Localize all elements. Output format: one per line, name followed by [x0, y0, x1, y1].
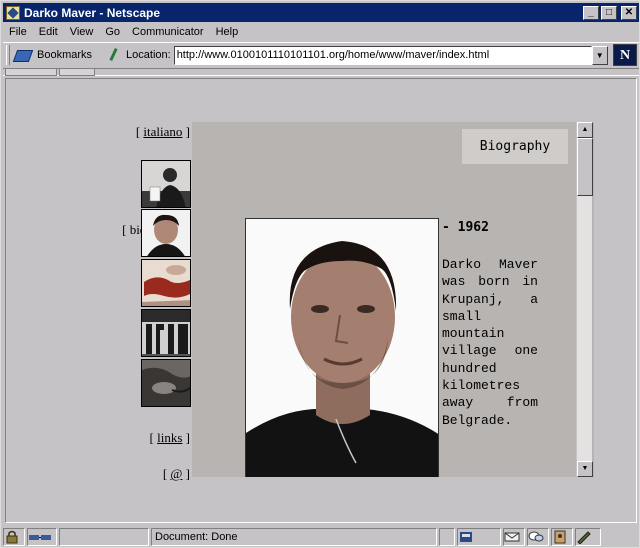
- scroll-down-icon[interactable]: ▼: [577, 461, 593, 477]
- location-toolbar: Bookmarks Location: http://www.010010111…: [3, 42, 639, 67]
- progress-bar: [59, 527, 149, 546]
- birth-year: - 1962: [442, 220, 489, 235]
- close-button[interactable]: ✕: [621, 5, 637, 20]
- collapsed-toolbar-tab[interactable]: [59, 69, 95, 76]
- connection-status-icon[interactable]: [27, 527, 57, 546]
- discussions-icon[interactable]: [527, 527, 549, 546]
- vertical-scrollbar[interactable]: ▲ ▼: [576, 122, 593, 477]
- collapsed-toolbar-tab[interactable]: [5, 69, 57, 76]
- menu-edit[interactable]: Edit: [33, 26, 64, 38]
- netscape-logo[interactable]: N: [613, 44, 637, 66]
- window-controls: _ □ ✕: [583, 5, 637, 20]
- toolbar-grip[interactable]: [6, 45, 10, 65]
- address-book-icon[interactable]: [551, 527, 573, 546]
- menu-view[interactable]: View: [64, 26, 100, 38]
- location-icon[interactable]: [106, 47, 122, 63]
- nav-email: [ @ ]: [162, 466, 190, 481]
- bookmarks-icon[interactable]: [13, 47, 33, 63]
- scroll-thumb[interactable]: [577, 138, 593, 196]
- menu-help[interactable]: Help: [210, 26, 245, 38]
- status-divider: [439, 527, 455, 546]
- status-bar: Document: Done: [3, 526, 639, 547]
- bookmarks-button[interactable]: Bookmarks: [37, 49, 92, 61]
- url-dropdown-icon[interactable]: ▼: [591, 45, 608, 65]
- security-lock-icon[interactable]: [3, 527, 25, 546]
- death-thumbnail[interactable]: [141, 359, 191, 407]
- location-label: Location:: [126, 49, 171, 61]
- claim-thumbnail[interactable]: [141, 160, 191, 208]
- menu-bar: File Edit View Go Communicator Help: [3, 23, 244, 41]
- mail-icon[interactable]: [503, 527, 525, 546]
- works-thumbnail[interactable]: [141, 259, 191, 307]
- biography-text: Darko Maver was born in Krupanj, a small…: [442, 257, 538, 428]
- title-bar[interactable]: Darko Maver - Netscape _ □ ✕: [3, 3, 639, 22]
- window-title: Darko Maver - Netscape: [24, 5, 161, 20]
- italiano-link[interactable]: italiano: [143, 124, 182, 139]
- menu-communicator[interactable]: Communicator: [126, 26, 210, 38]
- browser-window: Darko Maver - Netscape _ □ ✕ File Edit V…: [0, 0, 640, 548]
- netscape-app-icon[interactable]: [6, 5, 20, 20]
- email-link[interactable]: @: [170, 466, 182, 481]
- toolbar-tab-strip: [3, 68, 639, 76]
- status-text: Document: Done: [151, 527, 437, 546]
- biography-thumbnail[interactable]: [141, 209, 191, 257]
- portrait-photo: [245, 218, 439, 477]
- minimize-button[interactable]: _: [583, 5, 599, 20]
- nav-italiano: [ italiano ]: [135, 124, 190, 139]
- scroll-up-icon[interactable]: ▲: [577, 122, 593, 138]
- composer-icon[interactable]: [575, 527, 601, 546]
- biography-panel: Biography - 1962 Darko Maver was born in…: [192, 122, 594, 477]
- page-viewport: [ italiano ] [ claim ] [ biography ] [ w…: [5, 78, 637, 523]
- navigator-icon[interactable]: [457, 527, 501, 546]
- url-input[interactable]: http://www.0100101110101101.org/home/www…: [173, 45, 592, 65]
- links-link[interactable]: links: [157, 430, 182, 445]
- biography-heading: Biography: [462, 129, 568, 164]
- maximize-button[interactable]: □: [601, 5, 617, 20]
- jail-thumbnail[interactable]: [141, 309, 191, 357]
- nav-links: [ links ]: [149, 430, 190, 445]
- menu-go[interactable]: Go: [99, 26, 126, 38]
- menu-file[interactable]: File: [3, 26, 33, 38]
